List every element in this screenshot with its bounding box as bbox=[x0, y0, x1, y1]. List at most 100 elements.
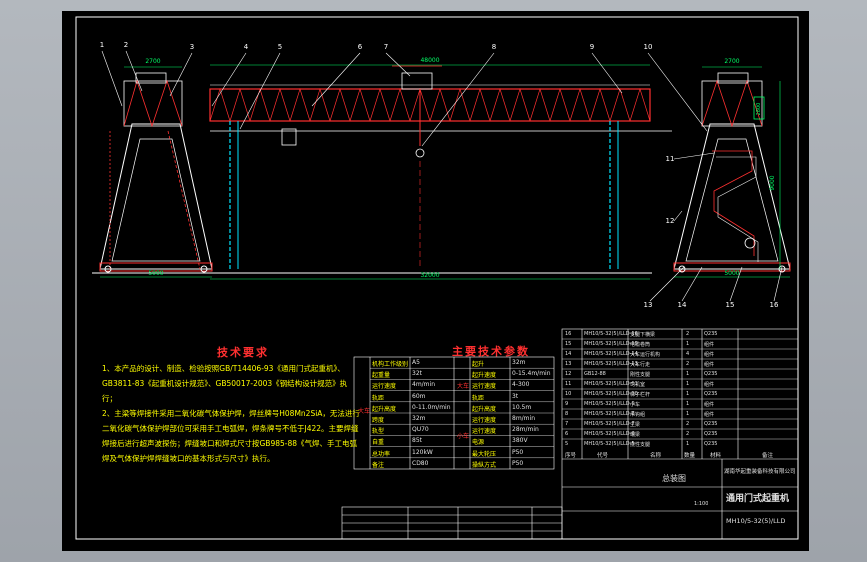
params-cell: 120kW bbox=[412, 448, 433, 456]
side-leg-outer bbox=[673, 123, 791, 270]
dim-height-right: 9000 bbox=[769, 175, 776, 190]
callout-2: 2 bbox=[124, 41, 128, 49]
left-leg-inner bbox=[111, 138, 201, 262]
dim-top-left: 2700 bbox=[145, 58, 160, 65]
parts-cell: Q235 bbox=[704, 390, 718, 397]
parts-cell: 主梁 bbox=[630, 421, 641, 428]
truss-member bbox=[529, 87, 551, 122]
callout-15: 15 bbox=[726, 301, 735, 309]
params-cell: 4-300 bbox=[512, 381, 530, 389]
truss-member bbox=[469, 87, 491, 122]
dim-span: 32000 bbox=[420, 272, 439, 279]
callout-16: 16 bbox=[770, 301, 779, 309]
parts-cell: 梯子栏杆 bbox=[630, 391, 651, 398]
params-cell: 起升 bbox=[472, 361, 485, 368]
truss-member bbox=[369, 87, 391, 122]
parts-cell: 9 bbox=[565, 400, 569, 407]
truss-member bbox=[449, 87, 471, 122]
truss-member bbox=[429, 87, 451, 122]
params-cell: 运行速度 bbox=[372, 383, 397, 391]
cable-reel bbox=[744, 237, 756, 249]
cad-viewport[interactable]: 2700 48000 2700 5000 32000 5000 9000 280… bbox=[0, 0, 867, 562]
tech-req-heading: 技术要求 bbox=[217, 346, 269, 359]
callout-5: 5 bbox=[278, 43, 282, 51]
parts-cell: 支腿下横梁 bbox=[630, 331, 656, 338]
main-girder bbox=[209, 88, 651, 122]
parts-header-cell: 代号 bbox=[597, 453, 609, 459]
params-cell: 起升速度 bbox=[472, 372, 497, 380]
params-cell: 起重量 bbox=[372, 372, 391, 380]
truss-member bbox=[329, 87, 351, 122]
parts-cell: Q235 bbox=[704, 440, 718, 447]
tech-req-item-2: 2、主梁等焊接件采用二氧化碳气体保护焊，焊丝牌号H08Mn2SiA，无法进行二氧… bbox=[102, 409, 360, 463]
params-cell: 跨度 bbox=[372, 417, 385, 424]
drawing-title: 通用门式起重机 bbox=[726, 494, 790, 504]
girder-truss bbox=[209, 87, 651, 122]
parts-cell: 大车行走 bbox=[630, 361, 651, 368]
parts-cell: 11 bbox=[565, 380, 572, 387]
parts-cell: 司机室 bbox=[630, 381, 646, 388]
params-group-left: 大车 bbox=[358, 408, 371, 415]
truss-member bbox=[569, 87, 591, 122]
params-cell: 轨距 bbox=[472, 394, 485, 402]
truss-member bbox=[289, 87, 311, 122]
parts-cell: 组件 bbox=[704, 341, 715, 348]
params-cell: 起升高度 bbox=[472, 405, 497, 413]
parts-cell: 1 bbox=[686, 410, 690, 417]
params-cell: 10.5m bbox=[512, 403, 532, 411]
params-cell: A5 bbox=[412, 359, 420, 366]
dimension-lines bbox=[100, 64, 790, 280]
params-group-mid-bottom: 小车 bbox=[457, 433, 470, 440]
parts-cell: 13 bbox=[565, 360, 572, 367]
parts-cell: 2 bbox=[686, 430, 690, 437]
parts-header-cell: 数量 bbox=[684, 453, 696, 459]
parts-cell: 电缆卷筒 bbox=[630, 341, 651, 348]
params-cell: 4m/min bbox=[412, 381, 435, 389]
callout-4: 4 bbox=[244, 43, 249, 51]
parts-cell: 4 bbox=[686, 350, 690, 357]
parts-cell: 12 bbox=[565, 370, 572, 377]
scale-cell: 1:100 bbox=[694, 501, 709, 507]
parts-cell: 组件 bbox=[704, 411, 715, 418]
parts-cell: GB12-88 bbox=[584, 370, 606, 377]
dim-tag-right: 2800 bbox=[756, 103, 762, 116]
truss-member bbox=[249, 87, 271, 122]
parts-cell: 14 bbox=[565, 350, 572, 357]
side-top-truss bbox=[701, 79, 763, 128]
truss-member bbox=[629, 87, 651, 122]
callout-6: 6 bbox=[358, 43, 363, 51]
parts-cell: MH10/5-32(5)/LLD-8 bbox=[584, 410, 635, 417]
left-leg-outer bbox=[99, 123, 213, 270]
callout-12: 12 bbox=[666, 217, 675, 225]
params-cell: 电源 bbox=[472, 439, 485, 447]
parts-cell: 组件 bbox=[704, 401, 715, 408]
callout-7: 7 bbox=[384, 43, 388, 51]
parts-cell: 1 bbox=[686, 370, 690, 377]
parts-cell: 1 bbox=[686, 390, 690, 397]
params-cell: 运行速度 bbox=[472, 428, 497, 436]
callout-8: 8 bbox=[492, 43, 496, 51]
parts-cell: 2 bbox=[686, 420, 690, 427]
parts-cell: 组件 bbox=[704, 361, 715, 368]
params-cell: 自重 bbox=[372, 439, 385, 447]
truss-member bbox=[269, 87, 291, 122]
parts-cell: 1 bbox=[686, 380, 690, 387]
dim-top-center: 48000 bbox=[420, 57, 439, 64]
params-cell: 总功率 bbox=[372, 450, 391, 458]
left-top-cab bbox=[135, 72, 167, 84]
callout-13: 13 bbox=[644, 301, 653, 309]
parts-cell: 组件 bbox=[704, 381, 715, 388]
params-cell: 28m/min bbox=[512, 426, 539, 434]
parts-cell: MH10/5-32(5)/LLD-6 bbox=[584, 430, 635, 437]
side-top-cab bbox=[717, 72, 749, 84]
parts-cell: MH10/5-32(5)/LLD-9 bbox=[584, 400, 635, 407]
parts-cell: 5 bbox=[565, 440, 569, 447]
params-cell: 运行速度 bbox=[472, 417, 497, 424]
tech-req-list: 1、本产品的设计、制造、检验按照GB/T14406-93《通用门式起重机》、GB… bbox=[102, 361, 362, 466]
params-cell: 操纵方式 bbox=[472, 461, 497, 469]
params-cell: 轨距 bbox=[372, 394, 385, 402]
callout-10: 10 bbox=[644, 43, 653, 51]
drawing-sheet[interactable]: 2700 48000 2700 5000 32000 5000 9000 280… bbox=[62, 11, 809, 551]
trolley bbox=[401, 72, 433, 90]
params-cell: 机构工作级别 bbox=[372, 361, 409, 368]
